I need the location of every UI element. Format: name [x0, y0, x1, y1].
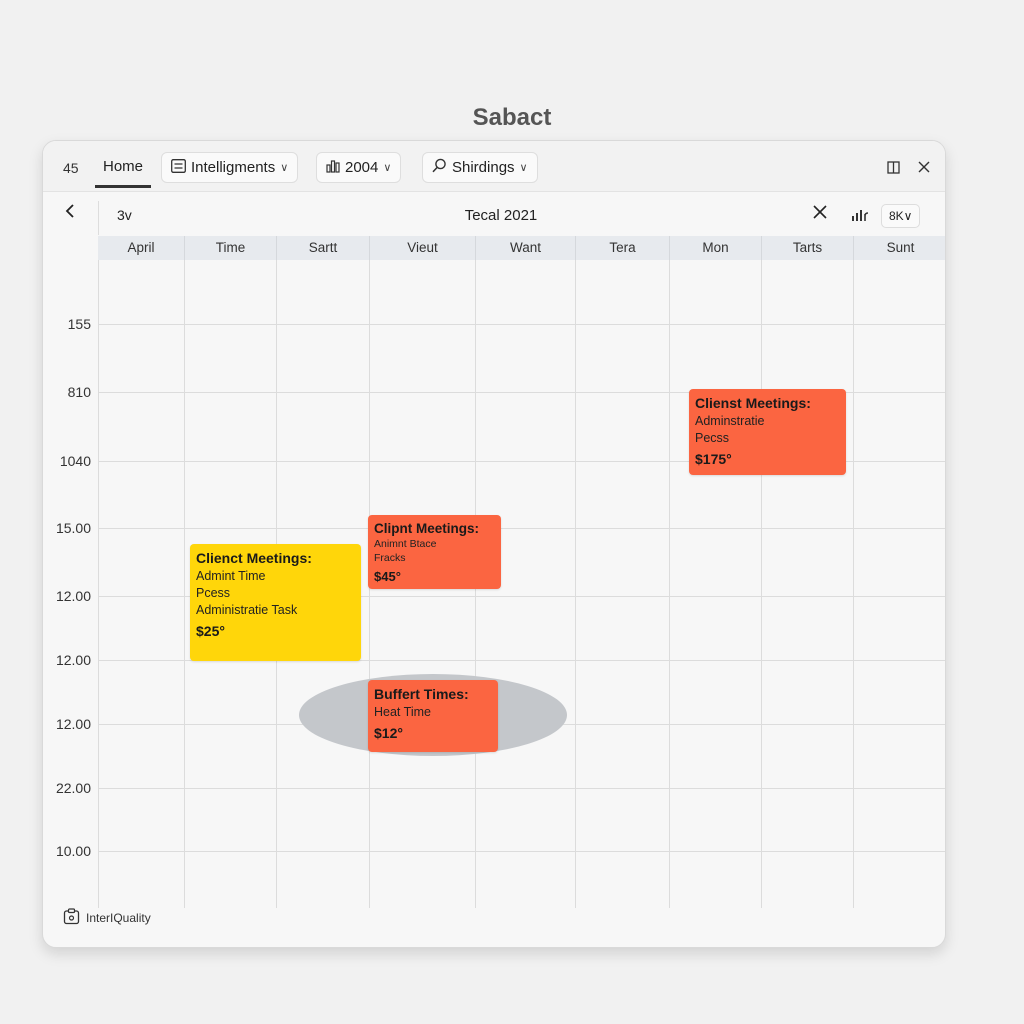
grid-row-line: [98, 788, 945, 789]
chevron-down-icon: ∨: [383, 162, 392, 174]
time-label: 22.00: [55, 780, 91, 796]
year-dropdown[interactable]: 2004 ∨: [316, 152, 402, 183]
stats-icon[interactable]: [851, 208, 869, 222]
search-dropdown[interactable]: Shirdings ∨: [422, 152, 538, 183]
calendar-window: 45 Home Intelligments ∨ 2004 ∨ Shirdings…: [42, 140, 946, 948]
day-header-sunt[interactable]: Sunt: [853, 236, 945, 260]
back-chevron-icon[interactable]: [63, 203, 77, 224]
day-header-sartt[interactable]: Sartt: [276, 236, 369, 260]
time-label: 12.00: [55, 652, 91, 668]
window-restore-icon[interactable]: [883, 157, 903, 177]
search-label: Shirdings: [452, 159, 515, 176]
event-price: $25°: [196, 623, 225, 639]
footer-status[interactable]: InterIQuality: [63, 908, 151, 928]
grid-column-line: [853, 260, 854, 908]
calendar-title: Tecal 2021: [464, 207, 538, 224]
day-header-time[interactable]: Time: [184, 236, 276, 260]
event-detail: Fracks: [374, 552, 406, 564]
grid-column-line: [184, 260, 185, 908]
event-detail: Pecss: [695, 431, 730, 445]
time-label: 155: [67, 316, 91, 332]
time-label: 12.00: [55, 716, 91, 732]
event-buffer-times[interactable]: Buffert Times: Heat Time $12°: [368, 680, 498, 752]
grid-row-line: [98, 324, 945, 325]
grid-column-line: [575, 260, 576, 908]
event-client-meetings-mon[interactable]: Clienst Meetings: Adminstratie Pecss $17…: [689, 389, 846, 475]
search-icon: [432, 158, 447, 177]
event-price: $12°: [374, 725, 403, 741]
intelligments-label: Intelligments: [191, 159, 276, 176]
time-label: 810: [67, 384, 91, 400]
page-title: Sabact: [472, 104, 552, 131]
view-selector[interactable]: 3v: [117, 207, 132, 223]
close-icon[interactable]: [813, 205, 827, 224]
chevron-down-icon: ∨: [519, 162, 528, 174]
event-price: $175°: [695, 451, 732, 467]
list-icon: [171, 158, 186, 177]
time-label: 12.00: [55, 588, 91, 604]
footer-label: InterIQuality: [86, 911, 151, 925]
toolbar-number: 45: [63, 160, 79, 176]
day-header-tera[interactable]: Tera: [575, 236, 669, 260]
close-icon[interactable]: [914, 157, 934, 177]
day-header-april[interactable]: April: [98, 236, 184, 260]
time-label: 1040: [59, 453, 91, 469]
day-header-vieut[interactable]: Vieut: [369, 236, 475, 260]
chevron-down-icon: ∨: [280, 162, 289, 174]
grid-column-line: [98, 260, 99, 908]
zoom-dropdown[interactable]: 8K∨: [881, 204, 921, 228]
event-client-meetings-vieut[interactable]: Clipnt Meetings: Animnt Btace Fracks $45…: [368, 515, 501, 589]
time-label: 15.00: [55, 520, 91, 536]
grid-column-line: [761, 260, 762, 908]
event-detail: Animnt Btace: [374, 538, 437, 550]
time-label: 10.00: [55, 843, 91, 859]
event-title: Clienct Meetings:: [196, 550, 312, 566]
event-detail: Heat Time: [374, 705, 431, 719]
event-detail: Pcess: [196, 586, 231, 600]
day-header-tarts[interactable]: Tarts: [761, 236, 853, 260]
event-title: Clipnt Meetings:: [374, 521, 479, 536]
tab-home[interactable]: Home: [95, 151, 152, 188]
event-client-meetings-time[interactable]: Clienct Meetings: Admint Time Pcess Admi…: [190, 544, 361, 661]
toolbar: 45 Home Intelligments ∨ 2004 ∨ Shirdings…: [43, 141, 945, 192]
year-label: 2004: [345, 159, 379, 176]
event-title: Buffert Times:: [374, 686, 469, 702]
event-detail: Admint Time: [196, 569, 266, 583]
event-detail: Adminstratie: [695, 414, 765, 428]
event-detail: Administratie Task: [196, 603, 298, 617]
grid-row-line: [98, 528, 945, 529]
bar-chart-icon: [326, 159, 340, 177]
day-header: April Time Sartt Vieut Want Tera Mon Tarts Sunt: [98, 236, 945, 260]
subbar-divider: [98, 201, 99, 235]
grid-row-line: [98, 851, 945, 852]
event-price: $45°: [374, 569, 401, 584]
event-title: Clienst Meetings:: [695, 395, 811, 411]
grid-column-line: [669, 260, 670, 908]
clipboard-icon: [63, 908, 80, 928]
day-header-want[interactable]: Want: [475, 236, 575, 260]
day-header-mon[interactable]: Mon: [669, 236, 761, 260]
intelligments-dropdown[interactable]: Intelligments ∨: [161, 152, 299, 183]
